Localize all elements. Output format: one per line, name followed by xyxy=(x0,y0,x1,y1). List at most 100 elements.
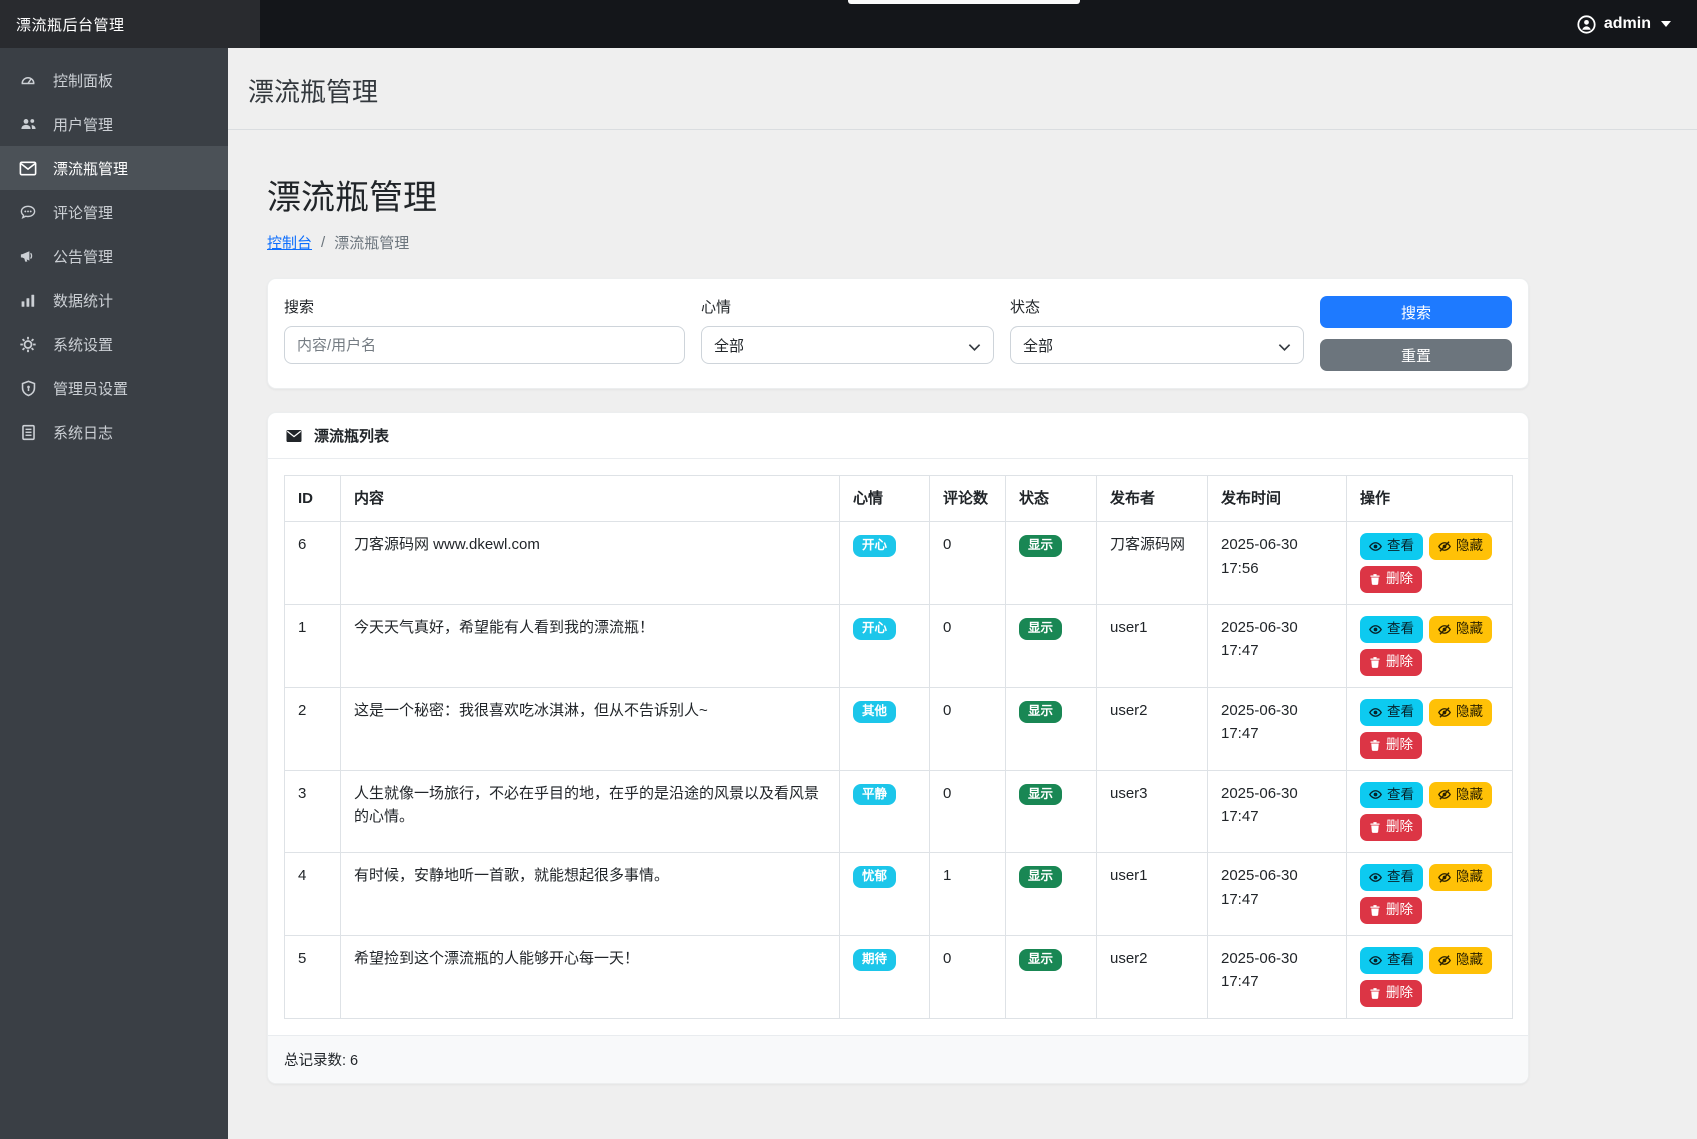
cell-actions: 查看 隐藏 删除 xyxy=(1347,853,1513,936)
username: admin xyxy=(1604,15,1651,33)
sidebar-item-5[interactable]: 公告管理 xyxy=(0,234,228,278)
cell-status: 显示 xyxy=(1006,605,1097,688)
users-icon xyxy=(18,115,38,133)
view-button[interactable]: 查看 xyxy=(1360,864,1423,891)
view-button[interactable]: 查看 xyxy=(1360,782,1423,809)
sidebar-item-1[interactable]: 控制面板 xyxy=(0,58,228,102)
hide-button[interactable]: 隐藏 xyxy=(1429,699,1492,726)
chart-icon xyxy=(18,291,38,309)
breadcrumb-link-console[interactable]: 控制台 xyxy=(267,232,312,253)
cell-content: 人生就像一场旅行，不必在乎目的地，在乎的是沿途的风景以及看风景的心情。 xyxy=(341,770,840,853)
app-brand-label: 漂流瓶后台管理 xyxy=(16,14,125,35)
cell-mood: 开心 xyxy=(840,522,930,605)
breadcrumb-separator: / xyxy=(321,234,325,251)
search-input[interactable] xyxy=(284,326,685,364)
breadcrumb: 控制台 / 漂流瓶管理 xyxy=(267,232,1529,253)
sidebar-item-6[interactable]: 数据统计 xyxy=(0,278,228,322)
envelope-icon xyxy=(18,159,38,177)
hide-button[interactable]: 隐藏 xyxy=(1429,947,1492,974)
cell-author: user2 xyxy=(1097,687,1208,770)
cell-time: 2025-06-30 17:47 xyxy=(1208,936,1347,1019)
search-button[interactable]: 搜索 xyxy=(1320,296,1512,328)
cell-author: user1 xyxy=(1097,605,1208,688)
view-button[interactable]: 查看 xyxy=(1360,947,1423,974)
delete-button[interactable]: 删除 xyxy=(1360,897,1422,924)
cell-mood: 平静 xyxy=(840,770,930,853)
status-select[interactable]: 全部 xyxy=(1010,326,1304,364)
table-row: 4 有时候，安静地听一首歌，就能想起很多事情。 忧郁 1 显示 user1 20… xyxy=(285,853,1513,936)
cell-time: 2025-06-30 17:47 xyxy=(1208,853,1347,936)
cell-id: 1 xyxy=(285,605,341,688)
mood-select[interactable]: 全部 xyxy=(701,326,994,364)
table-row: 2 这是一个秘密：我很喜欢吃冰淇淋，但从不告诉别人~ 其他 0 显示 user2… xyxy=(285,687,1513,770)
cell-comments: 0 xyxy=(930,770,1006,853)
delete-button[interactable]: 删除 xyxy=(1360,814,1422,841)
status-badge: 显示 xyxy=(1019,618,1062,640)
reset-button[interactable]: 重置 xyxy=(1320,339,1512,371)
delete-button[interactable]: 删除 xyxy=(1360,732,1422,759)
cell-content: 刀客源码网 www.dkewl.com xyxy=(341,522,840,605)
user-circle-icon xyxy=(1577,15,1597,33)
delete-button[interactable]: 删除 xyxy=(1360,980,1422,1007)
cell-id: 3 xyxy=(285,770,341,853)
status-badge: 显示 xyxy=(1019,949,1062,971)
delete-button[interactable]: 删除 xyxy=(1360,566,1422,593)
content-header: 漂流瓶管理 xyxy=(228,48,1697,130)
cell-status: 显示 xyxy=(1006,770,1097,853)
delete-button[interactable]: 删除 xyxy=(1360,649,1422,676)
cell-comments: 0 xyxy=(930,936,1006,1019)
sidebar-item-9[interactable]: 系统日志 xyxy=(0,410,228,454)
column-header: 内容 xyxy=(341,476,840,522)
log-icon xyxy=(18,423,38,441)
cell-status: 显示 xyxy=(1006,522,1097,605)
column-header: 操作 xyxy=(1347,476,1513,522)
cell-author: user1 xyxy=(1097,853,1208,936)
status-badge: 显示 xyxy=(1019,701,1062,723)
shield-icon xyxy=(18,379,38,397)
view-button[interactable]: 查看 xyxy=(1360,699,1423,726)
column-header: 评论数 xyxy=(930,476,1006,522)
column-header: 发布时间 xyxy=(1208,476,1347,522)
table-row: 1 今天天气真好，希望能有人看到我的漂流瓶！ 开心 0 显示 user1 202… xyxy=(285,605,1513,688)
hide-button[interactable]: 隐藏 xyxy=(1429,864,1492,891)
table-header-row: ID内容心情评论数状态发布者发布时间操作 xyxy=(285,476,1513,522)
sidebar: 控制面板 用户管理 漂流瓶管理 评论管理 公告管理 数据统计 系统设置 管理员设… xyxy=(0,48,228,1139)
cell-comments: 0 xyxy=(930,687,1006,770)
hide-button[interactable]: 隐藏 xyxy=(1429,782,1492,809)
cell-content: 这是一个秘密：我很喜欢吃冰淇淋，但从不告诉别人~ xyxy=(341,687,840,770)
sidebar-item-2[interactable]: 用户管理 xyxy=(0,102,228,146)
envelope-icon xyxy=(284,427,304,445)
sidebar-item-8[interactable]: 管理员设置 xyxy=(0,366,228,410)
user-menu[interactable]: admin xyxy=(1577,15,1671,33)
cell-content: 今天天气真好，希望能有人看到我的漂流瓶！ xyxy=(341,605,840,688)
mood-badge: 其他 xyxy=(853,701,896,723)
mood-label: 心情 xyxy=(701,296,994,317)
mood-badge: 开心 xyxy=(853,535,896,557)
column-header: 状态 xyxy=(1006,476,1097,522)
dashboard-icon xyxy=(18,71,38,89)
column-header: 发布者 xyxy=(1097,476,1208,522)
cell-actions: 查看 隐藏 删除 xyxy=(1347,687,1513,770)
sidebar-item-7[interactable]: 系统设置 xyxy=(0,322,228,366)
cell-id: 2 xyxy=(285,687,341,770)
bottle-table: ID内容心情评论数状态发布者发布时间操作 6 刀客源码网 www.dkewl.c… xyxy=(284,475,1513,1019)
cell-comments: 0 xyxy=(930,522,1006,605)
cell-actions: 查看 隐藏 删除 xyxy=(1347,936,1513,1019)
cell-author: user2 xyxy=(1097,936,1208,1019)
view-button[interactable]: 查看 xyxy=(1360,533,1423,560)
mood-badge: 期待 xyxy=(853,949,896,971)
cell-status: 显示 xyxy=(1006,936,1097,1019)
sidebar-item-3[interactable]: 漂流瓶管理 xyxy=(0,146,228,190)
mood-badge: 忧郁 xyxy=(853,866,896,888)
sidebar-item-4[interactable]: 评论管理 xyxy=(0,190,228,234)
status-badge: 显示 xyxy=(1019,866,1062,888)
column-header: ID xyxy=(285,476,341,522)
hide-button[interactable]: 隐藏 xyxy=(1429,533,1492,560)
hide-button[interactable]: 隐藏 xyxy=(1429,616,1492,643)
record-count: 总记录数: 6 xyxy=(268,1035,1528,1083)
cell-comments: 1 xyxy=(930,853,1006,936)
cell-time: 2025-06-30 17:47 xyxy=(1208,687,1347,770)
app-brand: 漂流瓶后台管理 xyxy=(0,0,260,48)
search-label: 搜索 xyxy=(284,296,685,317)
view-button[interactable]: 查看 xyxy=(1360,616,1423,643)
